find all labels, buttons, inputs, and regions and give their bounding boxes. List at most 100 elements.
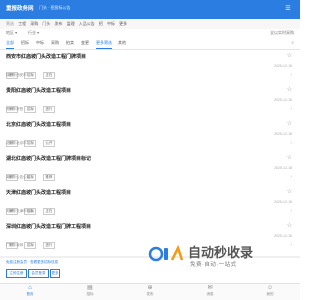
type-tabs: 全部 招标 中标 采购 拍卖 变更 更多筛选 其他 ⌕ — [0, 38, 300, 50]
tag-group: 采购 招标 进行 — [6, 97, 57, 115]
category-label: 筛选 — [6, 21, 14, 26]
tag: 公开 — [42, 140, 55, 147]
category-item[interactable]: 发布 — [55, 21, 63, 26]
listing-location: 贵州 · 贵阳 — [6, 107, 24, 111]
nav-profile[interactable]: ☺ 我的 — [255, 285, 285, 297]
chevron-right-icon: › — [290, 106, 292, 112]
region-label: 地区 — [6, 30, 14, 35]
tab-award[interactable]: 中标 — [36, 40, 44, 46]
tag-group: 采购 招标 进行 — [6, 233, 57, 251]
category-item[interactable]: 更多 — [119, 21, 127, 26]
chevron-down-icon: ▾ — [37, 30, 40, 35]
nav-bids[interactable]: ▤ 招标 — [75, 285, 105, 297]
category-item[interactable]: 中标 — [107, 21, 115, 26]
chevron-right-icon: › — [290, 174, 292, 180]
watermark-subtitle: 免费·自动·一站式 — [190, 262, 237, 268]
category-item[interactable]: 监理 — [67, 21, 75, 26]
user-icon: ☺ — [266, 285, 274, 291]
category-item[interactable]: 工程 — [18, 21, 26, 26]
nav-label: 招标 — [86, 292, 94, 296]
listing-location: 广东 · 深圳 — [6, 243, 24, 247]
tab-purchase[interactable]: 采购 — [51, 40, 59, 46]
tab-other[interactable]: 其他 — [118, 40, 126, 46]
tag: 招标 — [24, 242, 37, 249]
search-icon[interactable]: ⌕ — [291, 40, 294, 46]
plus-icon: ⊕ — [147, 285, 153, 291]
app-header: 重报政务网 门头 · 招投标公告 ☰ — [0, 0, 300, 19]
star-icon[interactable]: ☆ — [287, 154, 292, 161]
home-icon: ⌂ — [28, 285, 32, 291]
nav-publish[interactable]: ⊕ 发布 — [135, 285, 165, 297]
category-item[interactable]: 采购 — [30, 21, 38, 26]
star-icon[interactable]: ☆ — [287, 86, 292, 93]
tag: 进行 — [42, 106, 55, 113]
watermark: 自动秒收录 免费·自动·一站式 — [148, 243, 294, 273]
tag: 正在 — [42, 208, 55, 215]
industry-dropdown[interactable]: 行业 ▾ — [28, 30, 39, 36]
tag-group: 采购 招标 推荐 — [6, 165, 57, 183]
publish-date: 2025-12-18 — [274, 200, 292, 204]
tab-change[interactable]: 变更 — [81, 40, 89, 46]
publish-date: 2025-12-18 — [274, 234, 292, 238]
bottom-nav: ⌂ 首页 ▤ 招标 ⊕ 发布 ✉ 消息 ☺ 我的 — [0, 283, 300, 300]
nav-label: 消息 — [206, 292, 214, 296]
tag-group: 采购 招标 正在 — [6, 199, 57, 217]
star-icon[interactable]: ☆ — [287, 222, 292, 229]
login-button[interactable]: 会员登录 — [28, 269, 49, 278]
tab-auction[interactable]: 拍卖 — [66, 40, 74, 46]
publish-date: 2025-12-18 — [274, 166, 292, 170]
site-slogan: 门头 · 招投标公告 — [39, 5, 71, 10]
tag: 进行 — [42, 242, 55, 249]
listing-title[interactable]: 贵阳红庙坡门头改造工程项目 — [6, 87, 71, 94]
listing-title[interactable]: 西安市红庙坡门头改造工程门牌项目 — [6, 53, 86, 60]
category-item[interactable]: 门头 — [42, 21, 50, 26]
register-button[interactable]: 立即注册 — [6, 269, 27, 278]
nav-home[interactable]: ⌂ 首页 — [15, 285, 45, 297]
listing-title[interactable]: 深圳红庙坡门头改造工程门牌工程项目 — [6, 223, 91, 230]
publish-date: 2025-12-18 — [274, 98, 292, 102]
publish-date: 2025-12-18 — [274, 64, 292, 68]
tab-all[interactable]: 全部 — [6, 40, 14, 49]
category-item[interactable]: 入品公告 — [79, 21, 95, 26]
bell-icon: ✉ — [207, 285, 213, 291]
tab-more-filter[interactable]: 更多筛选 — [96, 40, 112, 49]
listing-title[interactable]: 湖北红庙坡门头改造工程门牌项目标记 — [6, 155, 91, 162]
chevron-right-icon: › — [290, 140, 292, 146]
region-dropdown[interactable]: 地区 ▾ — [6, 30, 17, 36]
category-item[interactable]: 招 — [99, 21, 103, 26]
filter-bar: 地区 ▾ 行业 ▾ 全以实时采购 — [0, 29, 300, 38]
tag: 正在 — [42, 72, 55, 79]
chevron-right-icon: › — [290, 72, 292, 78]
industry-label: 行业 — [28, 30, 36, 35]
listing-location: 陕西 · 西安市 — [6, 73, 27, 77]
nav-label: 首页 — [26, 292, 34, 296]
star-icon[interactable]: ☆ — [287, 52, 292, 59]
watermark-logo-icon — [148, 244, 184, 262]
watermark-title: 自动秒收录 — [188, 245, 254, 260]
tag-group: 采购 招标 公开 — [6, 131, 57, 149]
site-logo[interactable]: 重报政务网 — [6, 4, 34, 12]
tag: 招标 — [24, 106, 37, 113]
nav-label: 发布 — [146, 292, 154, 296]
listing-title[interactable]: 天津红庙坡门头改造工程项目 — [6, 189, 71, 196]
publish-date: 2025-12-18 — [274, 132, 292, 136]
more-button[interactable]: 更多 — [50, 269, 60, 278]
nav-messages[interactable]: ✉ 消息 — [195, 285, 225, 297]
nav-label: 我的 — [266, 292, 274, 296]
register-promo: 免费注册会员 · 查看更多招标信息 — [6, 260, 59, 264]
filter-tagline: 全以实时采购 — [270, 30, 294, 35]
listing-location: 北京 · 北京市 — [6, 141, 27, 145]
tag-group: 采购 招标 正在 — [6, 63, 57, 81]
listing-location: 天津 · 天津市公示 — [6, 209, 34, 213]
tab-bid[interactable]: 招标 — [21, 40, 29, 46]
listing-location: 湖北 · 公告公示 — [6, 175, 31, 179]
category-list: 筛选 工程 采购 门头 发布 监理 入品公告 招 中标 更多 — [6, 21, 130, 27]
star-icon[interactable]: ☆ — [287, 188, 292, 195]
menu-icon[interactable]: ☰ — [282, 3, 294, 15]
chevron-down-icon: ▾ — [15, 30, 18, 35]
listing-title[interactable]: 北京红庙坡门头改造工程项目 — [6, 121, 71, 128]
chevron-right-icon: › — [290, 208, 292, 214]
doc-icon: ▤ — [87, 285, 93, 291]
star-icon[interactable]: ☆ — [287, 120, 292, 127]
tag: 推荐 — [42, 174, 55, 181]
